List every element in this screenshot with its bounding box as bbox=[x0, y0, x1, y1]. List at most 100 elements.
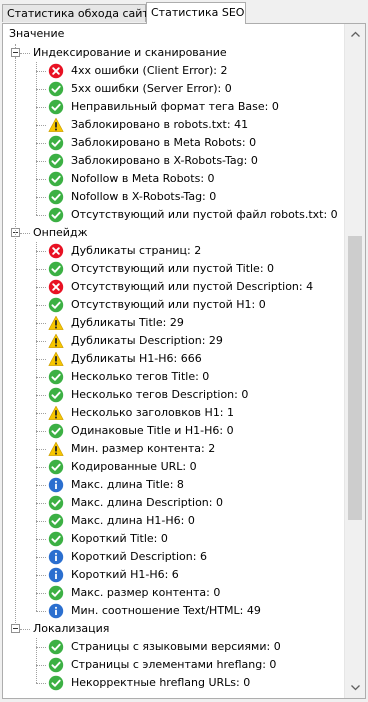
tree-item-label: Несколько заголовков H1: 1 bbox=[71, 406, 235, 419]
tree-item-label: Макс. длина H1-H6: 0 bbox=[71, 514, 195, 527]
tree-item[interactable]: Отсутствующий или пустой Description: 4 bbox=[3, 278, 343, 296]
tree-item-label: Дубликаты H1-H6: 666 bbox=[71, 352, 202, 365]
tree-connector bbox=[36, 503, 46, 504]
tree-item[interactable]: Несколько тегов Title: 0 bbox=[3, 368, 343, 386]
tree-connector bbox=[36, 593, 46, 594]
ok-icon bbox=[48, 459, 64, 475]
tree-item[interactable]: Мин. соотношение Text/HTML: 49 bbox=[3, 602, 343, 620]
tree-item[interactable]: Макс. размер контента: 0 bbox=[3, 584, 343, 602]
column-header-value[interactable]: Значение bbox=[3, 24, 343, 44]
tree-item-label: Короткий H1-H6: 6 bbox=[71, 568, 179, 581]
tree-category[interactable]: Локализация bbox=[3, 620, 343, 638]
scroll-down-icon[interactable] bbox=[347, 679, 364, 696]
tree-item[interactable]: Дубликаты H1-H6: 666 bbox=[3, 350, 343, 368]
scroll-up-icon[interactable] bbox=[347, 26, 364, 43]
tree-item[interactable]: Короткий Title: 0 bbox=[3, 530, 343, 548]
tree-connector bbox=[36, 107, 46, 108]
tree-connector bbox=[36, 287, 46, 288]
tree-item[interactable]: Дубликаты Description: 29 bbox=[3, 332, 343, 350]
tab-seo-stats[interactable]: Статистика SEO bbox=[146, 2, 246, 24]
tree-item[interactable]: Заблокировано в Meta Robots: 0 bbox=[3, 134, 343, 152]
tree-item-label: Макс. размер контента: 0 bbox=[71, 586, 221, 599]
ok-icon bbox=[48, 81, 64, 97]
tree-connector bbox=[36, 179, 46, 180]
ok-icon bbox=[48, 207, 64, 223]
tree-item[interactable]: Несколько тегов Description: 0 bbox=[3, 386, 343, 404]
tree-item[interactable]: Макс. длина Title: 8 bbox=[3, 476, 343, 494]
tree-item[interactable]: 5xx ошибки (Server Error): 0 bbox=[3, 80, 343, 98]
tree-category-label: Индексирование и сканирование bbox=[33, 46, 227, 59]
tree-connector bbox=[36, 485, 46, 486]
tree-item[interactable]: Отсутствующий или пустой Title: 0 bbox=[3, 260, 343, 278]
tree-connector bbox=[36, 539, 46, 540]
ok-icon bbox=[48, 171, 64, 187]
scrollbar-thumb[interactable] bbox=[348, 236, 362, 520]
tree-item[interactable]: Заблокировано в robots.txt: 41 bbox=[3, 116, 343, 134]
ok-icon bbox=[48, 495, 64, 511]
tree-item[interactable]: Отсутствующий или пустой H1: 0 bbox=[3, 296, 343, 314]
tree-category[interactable]: Индексирование и сканирование bbox=[3, 44, 343, 62]
tree-item[interactable]: Мин. размер контента: 2 bbox=[3, 440, 343, 458]
ok-icon bbox=[48, 423, 64, 439]
tree-item-label: Мин. размер контента: 2 bbox=[71, 442, 216, 455]
collapse-toggle-icon[interactable] bbox=[11, 48, 20, 57]
tree-connector bbox=[20, 233, 30, 234]
tree-item[interactable]: Макс. длина H1-H6: 0 bbox=[3, 512, 343, 530]
tree-item[interactable]: Кодированные URL: 0 bbox=[3, 458, 343, 476]
tree-item-label: Одинаковые Title и H1-H6: 0 bbox=[71, 424, 234, 437]
tree-connector bbox=[36, 449, 46, 450]
tree-item-label: Несколько тегов Description: 0 bbox=[71, 388, 249, 401]
tree-item[interactable]: 4xx ошибки (Client Error): 2 bbox=[3, 62, 343, 80]
tree-item-label: Короткий Title: 0 bbox=[71, 532, 168, 545]
tree-connector bbox=[36, 557, 46, 558]
tree-connector bbox=[36, 377, 46, 378]
tree-connector bbox=[36, 89, 46, 90]
info-icon bbox=[48, 603, 64, 619]
ok-icon bbox=[48, 657, 64, 673]
tree-connector bbox=[36, 71, 46, 72]
tree-connector bbox=[36, 575, 46, 576]
warning-icon bbox=[48, 117, 64, 133]
ok-icon bbox=[48, 297, 64, 313]
tree-category[interactable]: Онпейдж bbox=[3, 224, 343, 242]
ok-icon bbox=[48, 261, 64, 277]
tree-item[interactable]: Макс. длина Description: 0 bbox=[3, 494, 343, 512]
tree-item[interactable]: Короткий H1-H6: 6 bbox=[3, 566, 343, 584]
tree-item[interactable]: Страницы с языковыми версиями: 0 bbox=[3, 638, 343, 656]
tree-connector bbox=[36, 413, 46, 414]
tree-item[interactable]: Заблокировано в X-Robots-Tag: 0 bbox=[3, 152, 343, 170]
tree-item[interactable]: Дубликаты Title: 29 bbox=[3, 314, 343, 332]
tree-connector bbox=[36, 638, 37, 683]
warning-icon bbox=[48, 315, 64, 331]
tree-connector bbox=[36, 341, 46, 342]
tree-item[interactable]: Nofollow в X-Robots-Tag: 0 bbox=[3, 188, 343, 206]
tree-connector bbox=[36, 395, 46, 396]
tree-item-label: Макс. длина Title: 8 bbox=[71, 478, 184, 491]
tree-item[interactable]: Одинаковые Title и H1-H6: 0 bbox=[3, 422, 343, 440]
tree-item[interactable]: Отсутствующий или пустой файл robots.txt… bbox=[3, 206, 343, 224]
ok-icon bbox=[48, 675, 64, 691]
tree-item[interactable]: Короткий Description: 6 bbox=[3, 548, 343, 566]
collapse-toggle-icon[interactable] bbox=[11, 624, 20, 633]
tree-connector bbox=[36, 323, 46, 324]
tree-item-label: Отсутствующий или пустой файл robots.txt… bbox=[71, 208, 338, 221]
tree-connector bbox=[36, 215, 46, 216]
tree-item-label: Дубликаты страниц: 2 bbox=[71, 244, 202, 257]
tab-crawl-stats[interactable]: Статистика обхода сайта bbox=[2, 4, 156, 22]
tree-item[interactable]: Дубликаты страниц: 2 bbox=[3, 242, 343, 260]
info-icon bbox=[48, 477, 64, 493]
ok-icon bbox=[48, 387, 64, 403]
tree-item[interactable]: Страницы с элементами hreflang: 0 bbox=[3, 656, 343, 674]
tree-item[interactable]: Несколько заголовков H1: 1 bbox=[3, 404, 343, 422]
tree-category-label: Локализация bbox=[33, 622, 110, 635]
tree-item[interactable]: Nofollow в Meta Robots: 0 bbox=[3, 170, 343, 188]
tree-item-label: Nofollow в X-Robots-Tag: 0 bbox=[71, 190, 217, 203]
tree-item-label: Отсутствующий или пустой Title: 0 bbox=[71, 262, 275, 275]
tree-item[interactable]: Неправильный формат тега Base: 0 bbox=[3, 98, 343, 116]
tree-item[interactable]: Некорректные hreflang URLs: 0 bbox=[3, 674, 343, 692]
tree-item-label: Заблокировано в robots.txt: 41 bbox=[71, 118, 249, 131]
ok-icon bbox=[48, 369, 64, 385]
error-icon bbox=[48, 243, 64, 259]
vertical-scrollbar[interactable] bbox=[344, 24, 365, 698]
info-icon bbox=[48, 567, 64, 583]
